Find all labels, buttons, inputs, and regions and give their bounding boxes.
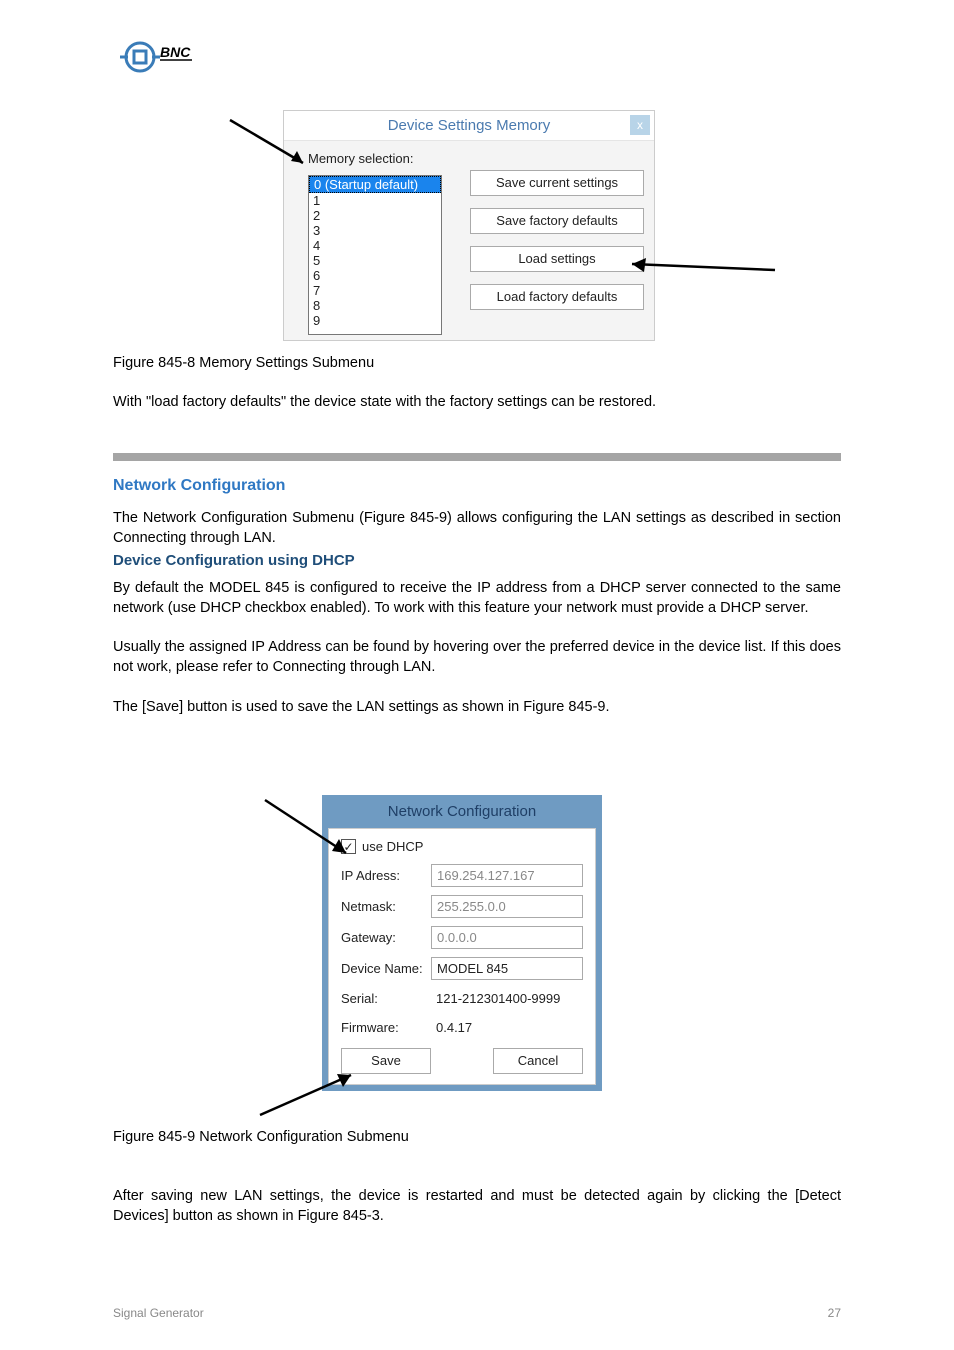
body-paragraph: With "load factory defaults" the device … <box>113 392 841 412</box>
cancel-button[interactable]: Cancel <box>493 1048 583 1074</box>
load-factory-defaults-button[interactable]: Load factory defaults <box>470 284 644 310</box>
body-paragraph: The [Save] button is used to save the LA… <box>113 697 841 717</box>
netmask-input[interactable]: 255.255.0.0 <box>431 895 583 918</box>
list-item[interactable]: 9 <box>309 313 441 328</box>
list-item[interactable]: 0 (Startup default) <box>309 176 441 193</box>
body-paragraph: Usually the assigned IP Address can be f… <box>113 637 841 677</box>
figure-caption: Figure 845-8 Memory Settings Submenu <box>113 353 841 373</box>
gateway-input[interactable]: 0.0.0.0 <box>431 926 583 949</box>
save-button[interactable]: Save <box>341 1048 431 1074</box>
list-item[interactable]: 7 <box>309 283 441 298</box>
serial-label: Serial: <box>341 991 431 1006</box>
list-item[interactable]: 5 <box>309 253 441 268</box>
device-settings-memory-dialog: Device Settings Memory x Memory selectio… <box>283 110 655 341</box>
body-paragraph: The Network Configuration Submenu (Figur… <box>113 508 841 548</box>
list-item[interactable]: 2 <box>309 208 441 223</box>
logo-text: BNC <box>160 44 191 60</box>
logo: BNC <box>120 35 200 75</box>
list-item[interactable]: 1 <box>309 193 441 208</box>
serial-value: 121-212301400-9999 <box>431 988 583 1009</box>
footer-left: Signal Generator <box>113 1306 204 1320</box>
use-dhcp-label: use DHCP <box>362 839 423 854</box>
section-heading: Network Configuration <box>113 477 285 495</box>
netmask-label: Netmask: <box>341 899 431 914</box>
body-paragraph: By default the MODEL 845 is configured t… <box>113 578 841 618</box>
page-footer: Signal Generator 27 <box>113 1306 841 1320</box>
ip-address-input[interactable]: 169.254.127.167 <box>431 864 583 887</box>
body-paragraph: After saving new LAN settings, the devic… <box>113 1186 841 1226</box>
device-name-label: Device Name: <box>341 961 431 976</box>
figure-caption: Figure 845-9 Network Configuration Subme… <box>113 1127 841 1147</box>
save-current-settings-button[interactable]: Save current settings <box>470 170 644 196</box>
list-item[interactable]: 6 <box>309 268 441 283</box>
close-icon[interactable]: x <box>630 115 650 135</box>
dialog-titlebar: Device Settings Memory x <box>284 111 654 141</box>
section-divider <box>113 453 841 461</box>
memory-selection-label: Memory selection: <box>308 151 640 166</box>
network-configuration-dialog: Network Configuration ✓ use DHCP IP Adre… <box>322 795 602 1091</box>
list-item[interactable]: 8 <box>309 298 441 313</box>
use-dhcp-checkbox[interactable]: ✓ <box>341 839 356 854</box>
save-factory-defaults-button[interactable]: Save factory defaults <box>470 208 644 234</box>
firmware-label: Firmware: <box>341 1020 431 1035</box>
dialog-title: Device Settings Memory <box>388 117 551 134</box>
gateway-label: Gateway: <box>341 930 431 945</box>
list-item[interactable]: 4 <box>309 238 441 253</box>
load-settings-button[interactable]: Load settings <box>470 246 644 272</box>
subsection-heading: Device Configuration using DHCP <box>113 552 355 569</box>
dialog-title: Network Configuration <box>324 797 600 828</box>
ip-address-label: IP Adress: <box>341 868 431 883</box>
footer-page-number: 27 <box>828 1306 841 1320</box>
firmware-value: 0.4.17 <box>431 1017 583 1038</box>
memory-listbox[interactable]: 0 (Startup default) 1 2 3 4 5 6 7 8 9 <box>308 175 442 335</box>
list-item[interactable]: 3 <box>309 223 441 238</box>
device-name-input[interactable]: MODEL 845 <box>431 957 583 980</box>
